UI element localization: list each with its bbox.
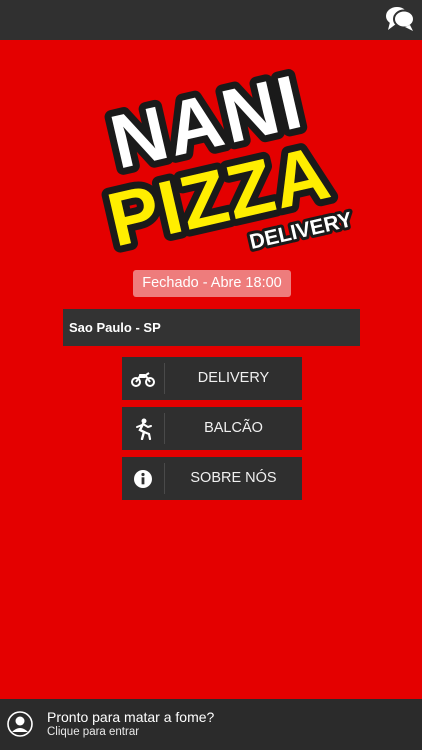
delivery-button[interactable]: DELIVERY bbox=[122, 357, 302, 400]
city-selector[interactable]: Sao Paulo - SP bbox=[63, 309, 360, 346]
login-prompt-subtitle: Clique para entrar bbox=[47, 726, 140, 738]
info-icon bbox=[122, 457, 164, 500]
delivery-label: DELIVERY bbox=[197, 370, 270, 386]
top-bar bbox=[0, 0, 422, 40]
store-status-badge: Fechado - Abre 18:00 bbox=[133, 270, 291, 297]
balcao-button[interactable]: BALCÃO bbox=[122, 407, 302, 450]
balcao-label: BALCÃO bbox=[204, 420, 263, 436]
chat-bubbles-icon[interactable] bbox=[384, 4, 416, 34]
user-icon bbox=[7, 711, 33, 737]
sobre-nos-button[interactable]: SOBRE NÓS bbox=[122, 457, 302, 500]
motorcycle-icon bbox=[122, 357, 164, 400]
login-bar[interactable]: Pronto para matar a fome? Clique para en… bbox=[0, 699, 422, 750]
sobre-nos-label: SOBRE NÓS bbox=[190, 470, 277, 486]
login-prompt-title: Pronto para matar a fome? bbox=[47, 709, 215, 725]
nani-pizza-logo: NANI PIZZA DELIVERY bbox=[93, 52, 357, 262]
running-person-icon bbox=[122, 407, 164, 450]
